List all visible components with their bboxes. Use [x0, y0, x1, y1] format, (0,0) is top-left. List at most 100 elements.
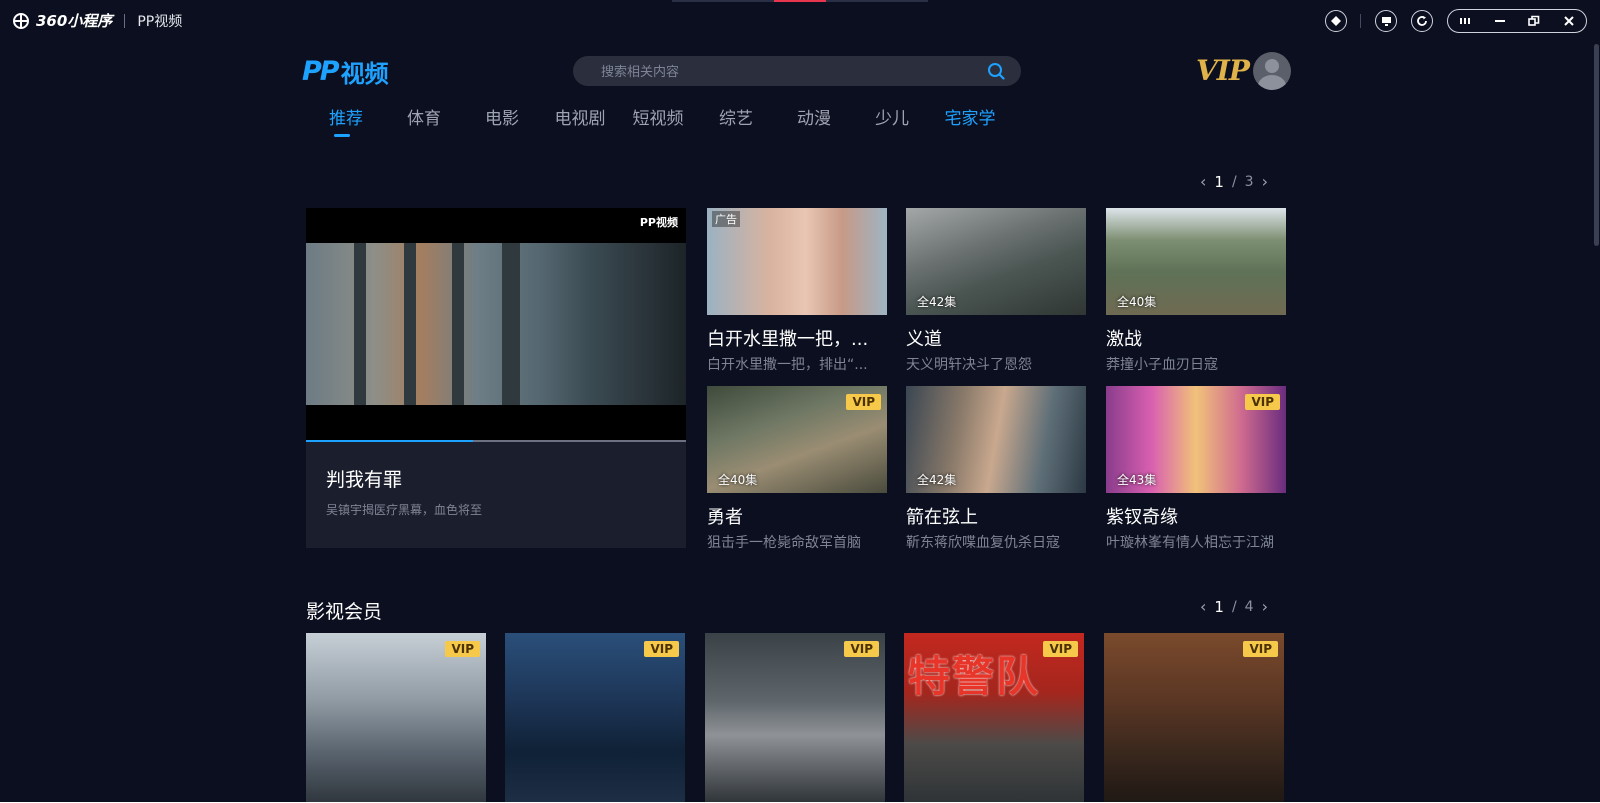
titlebar-divider [1360, 14, 1361, 28]
loading-strip [672, 0, 928, 2]
prev-page-icon[interactable]: ‹ [1200, 597, 1206, 616]
titlebar-separator [124, 13, 126, 28]
member-poster[interactable]: VIP [505, 633, 685, 803]
next-page-icon[interactable]: › [1262, 597, 1268, 616]
video-card[interactable]: VIP 全43集 紫钗奇缘 叶璇林峯有情人相忘于江湖 [1106, 386, 1286, 552]
tab-label: 宅家学 [944, 109, 996, 129]
video-thumbnail[interactable]: VIP 全43集 [1106, 386, 1286, 493]
screen-icon[interactable] [1375, 10, 1397, 32]
search-icon[interactable] [987, 62, 1005, 80]
member-poster[interactable]: VIP [1104, 633, 1284, 803]
vip-badge: VIP [1043, 641, 1078, 657]
logo-mark: PP [302, 56, 340, 87]
episode-count: 全43集 [1117, 473, 1157, 487]
tab-short-video[interactable]: 短视频 [632, 104, 684, 129]
tab-recommend[interactable]: 推荐 [320, 104, 372, 137]
menu-icon[interactable] [1453, 11, 1477, 31]
category-nav: 推荐 体育 电影 电视剧 短视频 综艺 动漫 少儿 宅家学 [320, 104, 1022, 137]
refresh-icon[interactable] [1411, 10, 1433, 32]
video-desc: 白开水里撒一把，排出“... [707, 357, 868, 373]
featured-desc: 吴镇宇揭医疗黑幕，血色将至 [326, 503, 483, 517]
tab-kids[interactable]: 少儿 [866, 104, 918, 129]
prison-bar-shape [354, 243, 366, 405]
avatar-head-shape [1265, 59, 1279, 73]
video-desc: 叶璇林峯有情人相忘于江湖 [1106, 535, 1274, 551]
minimize-icon[interactable] [1488, 11, 1512, 31]
tab-label: 少儿 [875, 109, 909, 129]
tab-label: 短视频 [632, 109, 684, 129]
active-tab-indicator [334, 134, 350, 137]
titlebar-logo: 360小程序 PP视频 [12, 10, 182, 31]
pp-video-logo[interactable]: PP 视频 [302, 54, 389, 89]
vip-badge: VIP [846, 394, 881, 410]
titlebar-app-name: PP视频 [137, 13, 183, 30]
vip-badge: VIP [445, 641, 480, 657]
member-poster[interactable]: 特警队 VIP [904, 633, 1084, 803]
video-desc: 天义明轩决斗了恩怨 [906, 357, 1032, 373]
video-thumbnail[interactable]: VIP 全40集 [707, 386, 887, 493]
video-title[interactable]: 箭在弦上 [906, 503, 1086, 529]
tab-variety[interactable]: 综艺 [710, 104, 762, 129]
prev-page-icon[interactable]: ‹ [1200, 172, 1206, 191]
tab-home-learning[interactable]: 宅家学 [944, 104, 996, 129]
vip-badge: VIP [644, 641, 679, 657]
prison-bar-shape [452, 243, 464, 405]
section-title[interactable]: 影视会员 [306, 597, 382, 624]
member-poster[interactable]: VIP [705, 633, 885, 803]
featured-video[interactable]: PP视频 [306, 208, 686, 442]
video-title[interactable]: 勇者 [707, 503, 887, 529]
tab-label: 体育 [407, 109, 441, 129]
episode-count: 全40集 [718, 473, 758, 487]
video-card[interactable]: VIP 全40集 勇者 狙击手一枪毙命敌军首脑 [707, 386, 887, 552]
video-title[interactable]: 义道 [906, 325, 1086, 351]
episode-count: 全40集 [1117, 295, 1157, 309]
window-controls [1447, 9, 1587, 33]
avatar-body-shape [1258, 75, 1286, 90]
vip-badge: VIP [1245, 394, 1280, 410]
video-thumbnail[interactable]: 全42集 [906, 208, 1086, 315]
video-card[interactable]: 全40集 激战 莽撞小子血刃日寇 [1106, 208, 1286, 374]
episode-count: 全42集 [917, 473, 957, 487]
ad-badge: 广告 [712, 211, 740, 227]
video-thumbnail[interactable]: 全40集 [1106, 208, 1286, 315]
episode-count: 全42集 [917, 295, 957, 309]
tab-label: 电视剧 [554, 109, 606, 129]
close-icon[interactable] [1557, 11, 1581, 31]
page-scrollbar[interactable] [1594, 44, 1599, 246]
next-page-icon[interactable]: › [1262, 172, 1268, 191]
tab-label: 推荐 [329, 109, 363, 129]
pager-total: 4 [1244, 598, 1254, 615]
vip-entry[interactable]: VIP [1196, 54, 1250, 87]
tab-label: 电影 [485, 109, 519, 129]
top-pager: ‹ 1 / 3 › [1200, 172, 1268, 191]
video-card[interactable]: 全42集 义道 天义明轩决斗了恩怨 [906, 208, 1086, 374]
restore-icon[interactable] [1522, 11, 1546, 31]
pager-separator: / [1231, 173, 1237, 190]
video-desc: 莽撞小子血刃日寇 [1106, 357, 1218, 373]
tab-label: 动漫 [797, 109, 831, 129]
video-card[interactable]: 全42集 箭在弦上 靳东蒋欣喋血复仇杀日寇 [906, 386, 1086, 552]
search-input[interactable] [599, 56, 983, 88]
search-box[interactable] [573, 56, 1021, 88]
tab-sports[interactable]: 体育 [398, 104, 450, 129]
pager-current: 1 [1214, 597, 1224, 616]
featured-card[interactable]: PP视频 判我有罪 吴镇宇揭医疗黑幕，血色将至 [306, 208, 686, 548]
avatar[interactable] [1253, 52, 1291, 90]
video-card[interactable]: 广告 白开水里撒一把，... 白开水里撒一把，排出“... [707, 208, 887, 374]
tab-movies[interactable]: 电影 [476, 104, 528, 129]
video-thumbnail[interactable]: 广告 [707, 208, 887, 315]
pager-separator: / [1231, 598, 1237, 615]
featured-title[interactable]: 判我有罪 [326, 465, 402, 492]
pin-icon[interactable] [1325, 10, 1347, 32]
member-pager: ‹ 1 / 4 › [1200, 597, 1268, 616]
tab-label: 综艺 [719, 109, 753, 129]
video-title[interactable]: 激战 [1106, 325, 1286, 351]
video-thumbnail[interactable]: 全42集 [906, 386, 1086, 493]
video-title[interactable]: 紫钗奇缘 [1106, 503, 1286, 529]
vip-badge: VIP [844, 641, 879, 657]
tab-anime[interactable]: 动漫 [788, 104, 840, 129]
member-poster[interactable]: VIP [306, 633, 486, 803]
titlebar-brand: 360小程序 [36, 12, 113, 30]
tab-tv-series[interactable]: 电视剧 [554, 104, 606, 129]
video-title[interactable]: 白开水里撒一把，... [707, 325, 887, 351]
